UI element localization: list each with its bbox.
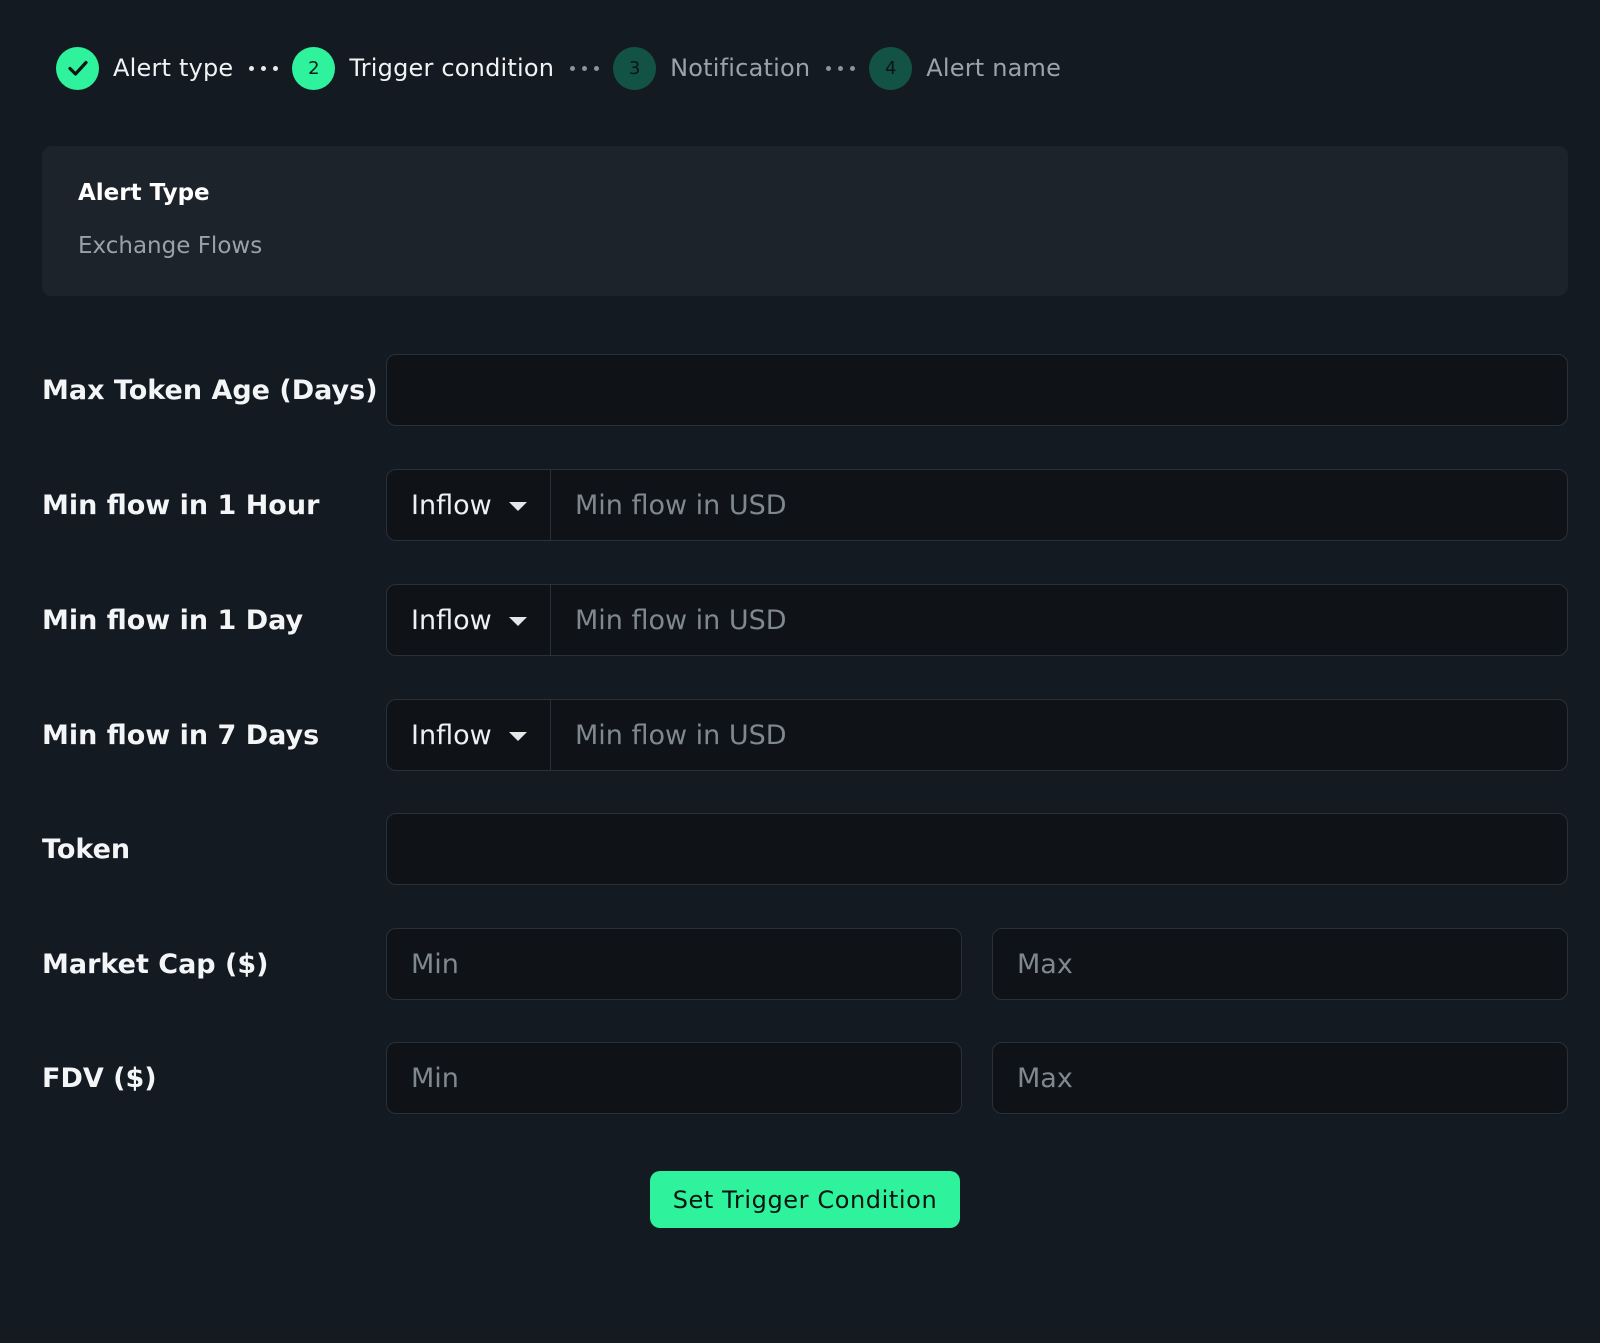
flow-direction-select[interactable]: Inflow [387,585,551,655]
chevron-down-icon [508,617,527,626]
token-label: Token [42,833,131,865]
min-flow-7d-label: Min flow in 7 Days [42,719,320,751]
alert-type-title: Alert Type [78,180,210,206]
alert-type-value: Exchange Flows [78,233,263,259]
fdv-max-input[interactable] [992,1042,1568,1114]
market-cap-max-input[interactable] [992,928,1568,1000]
flow-direction-value: Inflow [411,604,492,636]
market-cap-label: Market Cap ($) [42,948,269,980]
flow-direction-value: Inflow [411,719,492,751]
chevron-down-icon [508,502,527,511]
min-flow-7d-row: Min flow in 7 Days Inflow [42,699,1568,771]
fdv-label: FDV ($) [42,1062,157,1094]
max-token-age-input[interactable] [386,354,1568,426]
step-separator [826,65,856,71]
alert-type-card: Alert Type Exchange Flows [42,146,1568,296]
max-token-age-label: Max Token Age (Days) [42,374,378,406]
min-flow-1h-input[interactable] [551,470,1567,540]
stepper: Alert type 2 Trigger condition 3 Notific… [56,46,1061,90]
token-input[interactable] [386,813,1568,885]
flow-direction-select[interactable]: Inflow [387,700,551,770]
step-complete-badge [56,46,99,90]
step-label: Alert type [113,54,234,82]
market-cap-row: Market Cap ($) [42,928,1568,1000]
min-flow-1h-row: Min flow in 1 Hour Inflow [42,469,1568,541]
token-row: Token [42,813,1568,885]
min-flow-7d-combo: Inflow [386,699,1568,771]
min-flow-7d-input[interactable] [551,700,1567,770]
check-icon [67,60,88,76]
min-flow-1d-row: Min flow in 1 Day Inflow [42,584,1568,656]
min-flow-1d-label: Min flow in 1 Day [42,604,304,636]
step-notification[interactable]: 3 Notification [613,46,811,90]
step-label: Notification [670,54,811,82]
step-separator [249,65,279,71]
chevron-down-icon [508,732,527,741]
step-trigger-condition[interactable]: 2 Trigger condition [292,46,555,90]
step-number-badge: 2 [292,46,336,90]
set-trigger-condition-button[interactable]: Set Trigger Condition [650,1171,960,1228]
flow-direction-value: Inflow [411,489,492,521]
step-label: Alert name [926,54,1062,82]
max-token-age-row: Max Token Age (Days) [42,354,1568,426]
min-flow-1d-combo: Inflow [386,584,1568,656]
step-alert-name[interactable]: 4 Alert name [869,46,1062,90]
step-number-badge: 4 [869,46,913,90]
step-label: Trigger condition [349,54,555,82]
market-cap-min-input[interactable] [386,928,962,1000]
fdv-row: FDV ($) [42,1042,1568,1114]
flow-direction-select[interactable]: Inflow [387,470,551,540]
step-alert-type[interactable]: Alert type [56,46,234,90]
min-flow-1d-input[interactable] [551,585,1567,655]
step-number-badge: 3 [613,46,657,90]
min-flow-1h-combo: Inflow [386,469,1568,541]
fdv-min-input[interactable] [386,1042,962,1114]
step-separator [570,65,600,71]
min-flow-1h-label: Min flow in 1 Hour [42,489,320,521]
